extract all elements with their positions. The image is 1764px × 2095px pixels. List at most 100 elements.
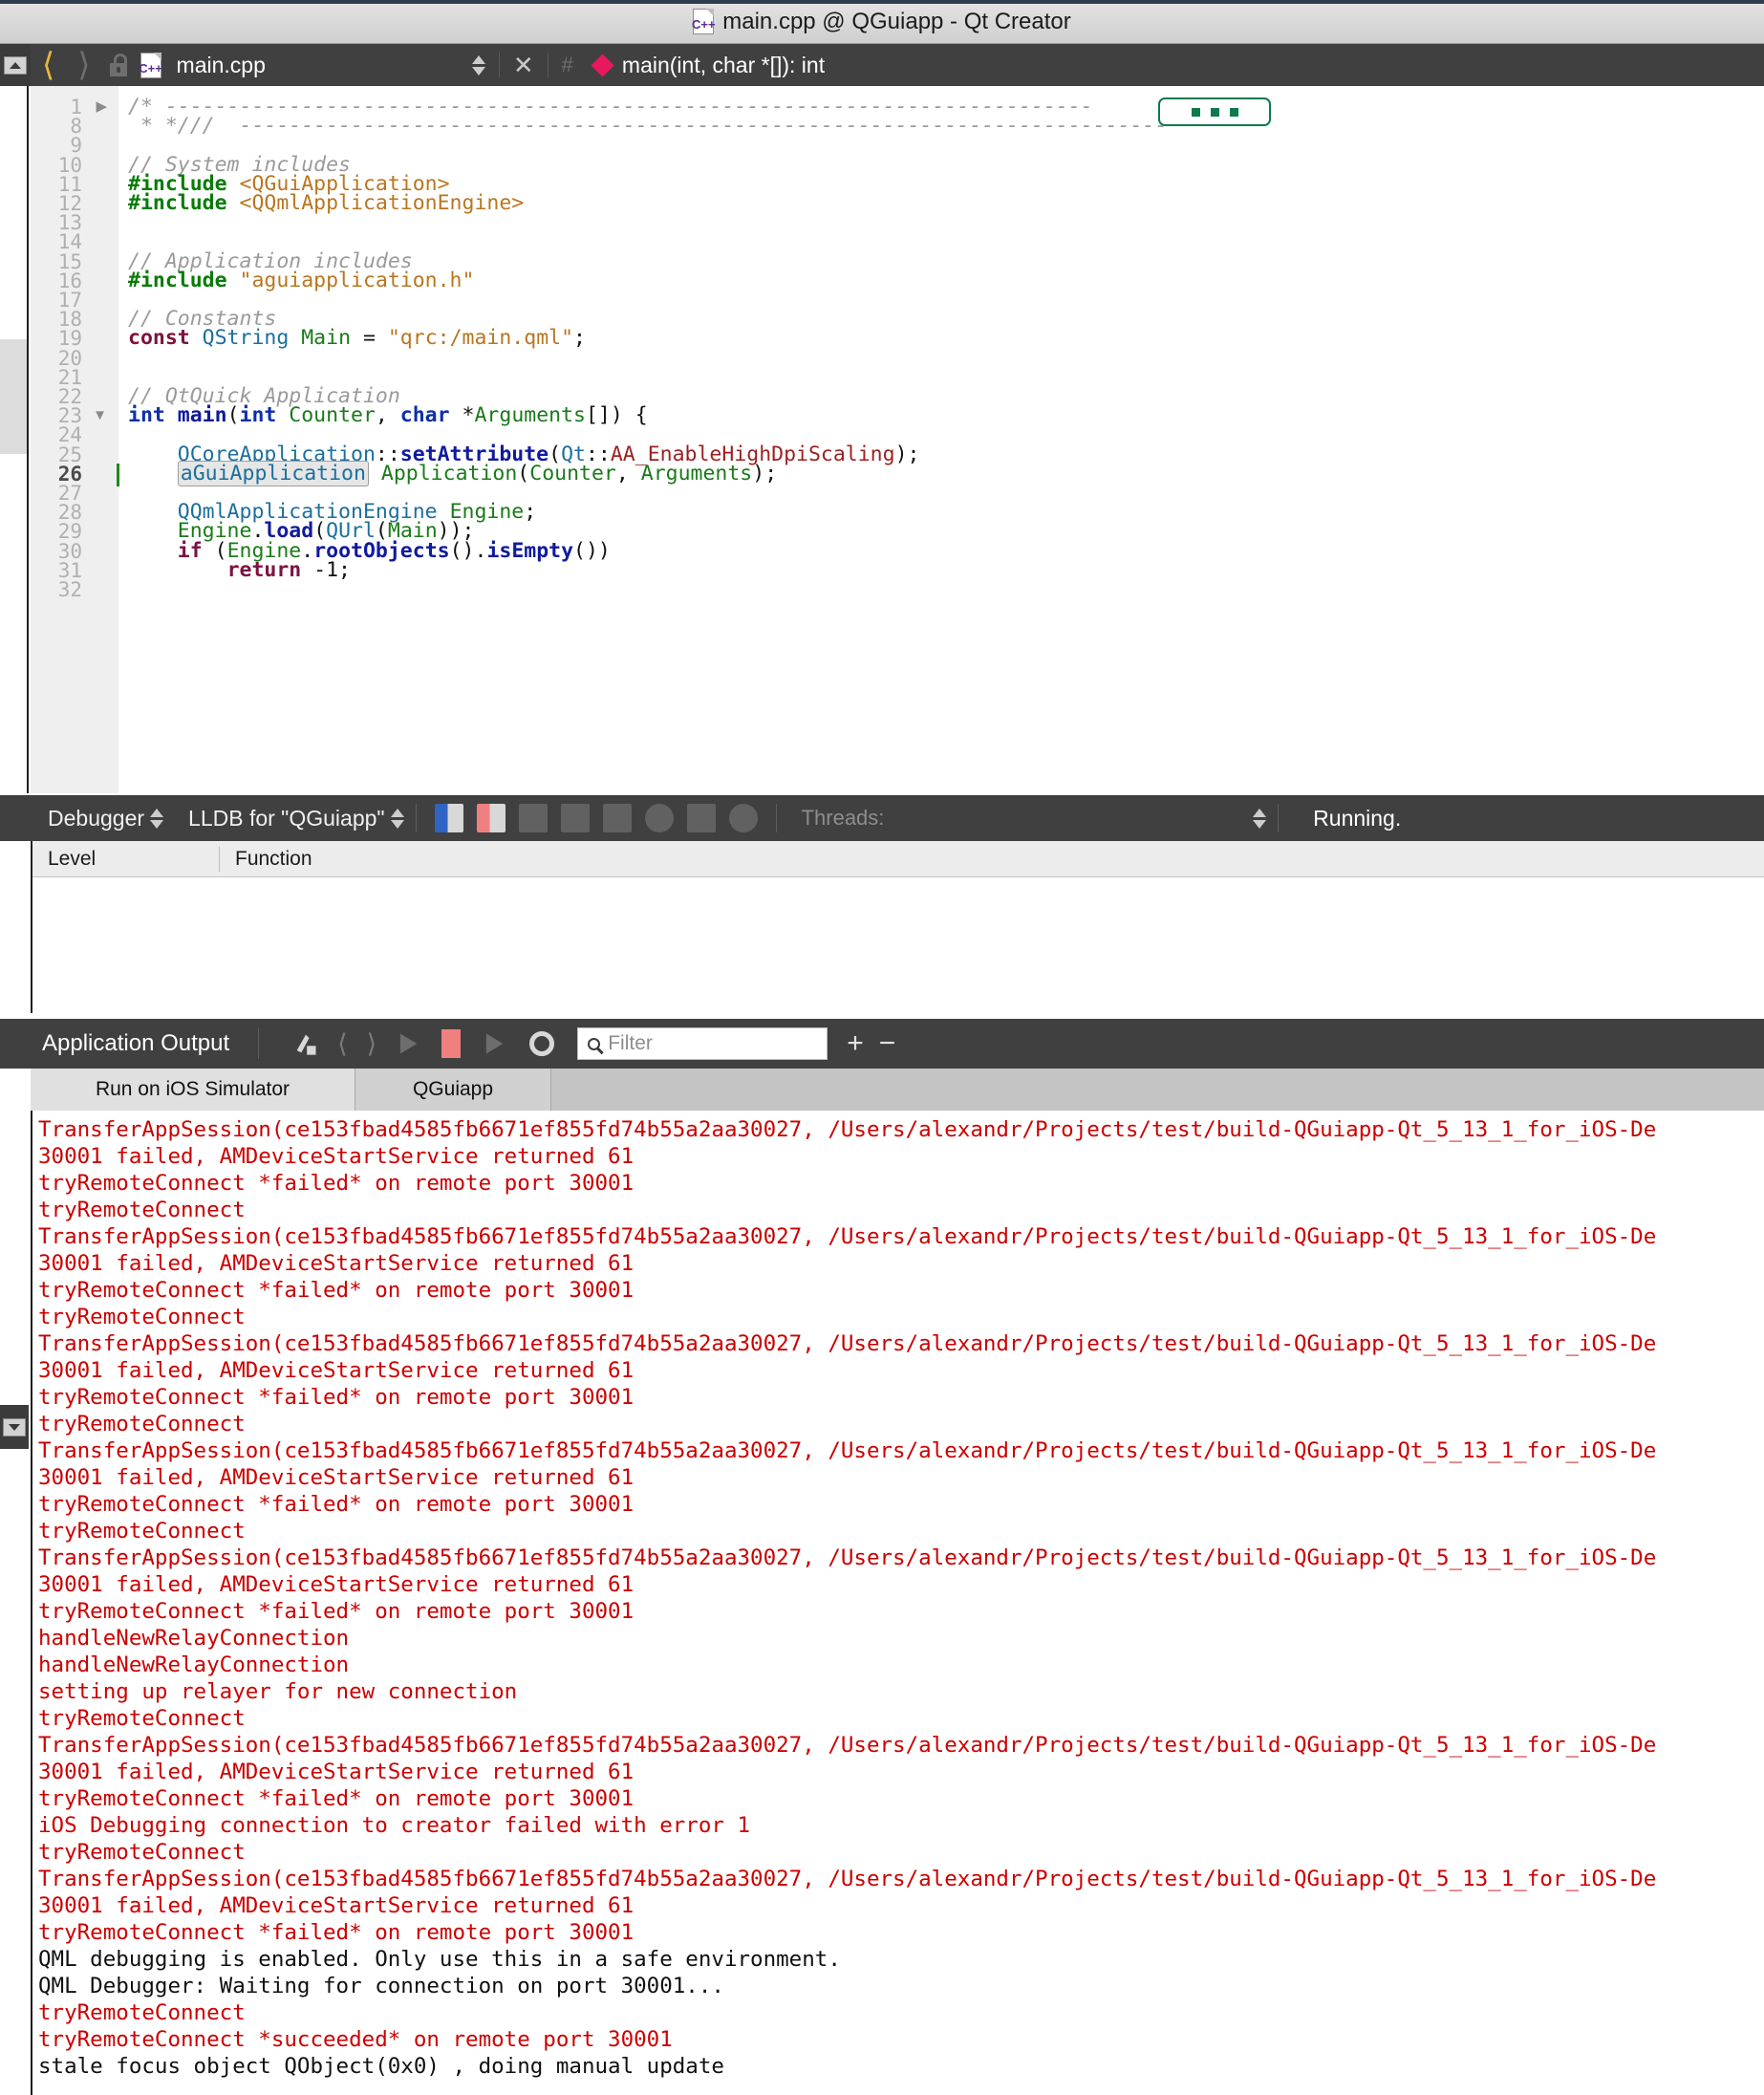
code-token: []) {	[586, 403, 648, 427]
hash-icon[interactable]: #	[562, 53, 573, 77]
qt-creator-window: C++ main.cpp @ QGuiapp - Qt Creator ⟨ ⟩ …	[0, 0, 1764, 2095]
clear-pane-icon[interactable]	[292, 1030, 319, 1057]
close-x-icon[interactable]: ✕	[513, 51, 534, 80]
code-token: Application	[381, 462, 517, 486]
threads-stepper-icon[interactable]	[1253, 809, 1266, 829]
chevron-left-icon[interactable]: ⟨	[337, 1029, 348, 1059]
code-token: int	[240, 403, 290, 427]
code-token: ,	[616, 462, 641, 486]
console-line: tryRemoteConnect	[38, 1839, 1764, 1866]
collapse-down-icon	[3, 1418, 26, 1436]
run-tab-ios-simulator[interactable]: Run on iOS Simulator	[31, 1069, 355, 1111]
open-file-name[interactable]: main.cpp	[177, 53, 266, 78]
code-token: <QQmlApplicationEngine>	[240, 191, 525, 215]
scrollbar-thumb[interactable]	[0, 339, 27, 454]
console-line: 30001 failed, AMDeviceStartService retur…	[38, 1357, 1764, 1384]
line-number-gutter: 1▶891011121314151617181920212223▼2425262…	[31, 86, 118, 793]
code-line[interactable]: int main(int Counter, char *Arguments[])…	[128, 402, 648, 429]
stop-debug-icon[interactable]	[477, 804, 506, 832]
cpp-file-icon-label: C++	[692, 18, 716, 33]
code-editor[interactable]: 1▶891011121314151617181920212223▼2425262…	[31, 86, 1764, 793]
filter-input[interactable]: Filter	[577, 1027, 828, 1060]
sidebar-toggle-button[interactable]	[0, 44, 31, 86]
console-line: setting up relayer for new connection	[38, 1678, 1764, 1705]
current-symbol-label[interactable]: main(int, char *[]): int	[622, 53, 825, 78]
step-over-icon[interactable]	[519, 804, 548, 832]
filter-placeholder: Filter	[608, 1032, 653, 1055]
code-text-area[interactable]: /* -------------------------------------…	[118, 86, 1764, 793]
record-icon[interactable]	[729, 804, 758, 832]
console-line: 30001 failed, AMDeviceStartService retur…	[38, 1143, 1764, 1170]
code-line[interactable]: return -1;	[128, 557, 351, 584]
chevron-right-icon[interactable]: ⟩	[367, 1029, 377, 1059]
debugger-target-stepper-icon[interactable]	[391, 809, 404, 829]
line-number: 32	[58, 576, 82, 603]
stack-view[interactable]: Level Function	[31, 841, 1764, 1013]
chevron-left-icon[interactable]: ⟨	[31, 49, 66, 81]
console-line: TransferAppSession(ce153fbad4585fb6671ef…	[38, 1732, 1764, 1759]
stack-column-level[interactable]: Level	[32, 848, 219, 871]
debugger-target-combo[interactable]: LLDB for "QGuiapp"	[188, 806, 385, 832]
code-line[interactable]: * */// ---------------------------------…	[128, 113, 1167, 140]
fold-down-icon[interactable]: ▼	[93, 402, 107, 429]
step-into-icon[interactable]	[561, 804, 590, 832]
updown-stepper-icon[interactable]	[472, 55, 485, 76]
code-token: Counter	[529, 462, 616, 486]
code-token: (	[517, 462, 529, 486]
collapsed-block-indicator[interactable]	[1158, 97, 1271, 126]
stop-icon[interactable]	[441, 1029, 461, 1058]
console-line: QML debugging is enabled. Only use this …	[38, 1946, 1764, 1973]
console-line: tryRemoteConnect *failed* on remote port…	[38, 1277, 1764, 1304]
console-line: TransferAppSession(ce153fbad4585fb6671ef…	[38, 1866, 1764, 1892]
editor-left-scrollbar[interactable]	[0, 86, 29, 793]
stack-view-header: Level Function	[32, 841, 1764, 877]
code-token: );	[895, 443, 920, 466]
code-token: isEmpty	[486, 539, 573, 563]
code-line[interactable]: #include <QQmlApplicationEngine>	[128, 190, 524, 217]
unlocked-padlock-icon[interactable]	[108, 54, 129, 76]
output-scroll-down-button[interactable]	[0, 1405, 29, 1449]
console-line: tryRemoteConnect	[38, 1705, 1764, 1732]
code-token: #include	[128, 191, 240, 215]
run-tab-qguiapp[interactable]: QGuiapp	[355, 1069, 551, 1111]
code-line[interactable]: aGuiApplication Application(Counter, Arg…	[128, 461, 777, 487]
minus-icon[interactable]: −	[879, 1027, 896, 1060]
gear-icon[interactable]	[529, 1031, 554, 1056]
code-line[interactable]: const QString Main = "qrc:/main.qml";	[128, 325, 586, 352]
plus-icon[interactable]: +	[847, 1027, 864, 1060]
step-out-icon[interactable]	[603, 804, 632, 832]
instruction-view-icon[interactable]	[687, 804, 716, 832]
window-title: main.cpp @ QGuiapp - Qt Creator	[722, 9, 1071, 35]
code-token	[128, 462, 178, 486]
code-line[interactable]: #include "aguiapplication.h"	[128, 268, 474, 294]
threads-label: Threads:	[802, 806, 885, 831]
application-output-console[interactable]: TransferAppSession(ce153fbad4585fb6671ef…	[31, 1111, 1764, 2095]
editor-toolbar: ⟨ ⟩ C++ main.cpp ✕ # main(int, char *[])…	[0, 44, 1764, 86]
continue-debug-icon[interactable]	[435, 804, 463, 832]
code-token: "aguiapplication.h"	[240, 269, 475, 292]
debugger-toolbar: Debugger LLDB for "QGuiapp" Threads: Run…	[0, 795, 1764, 841]
debugger-pane-stepper-icon[interactable]	[150, 809, 163, 829]
code-token: ,	[376, 403, 400, 427]
restart-icon[interactable]	[645, 804, 674, 832]
stack-column-function[interactable]: Function	[219, 847, 312, 872]
code-token: int	[128, 403, 178, 427]
run-tabs-left-margin	[0, 1069, 31, 1111]
code-token: return	[227, 558, 314, 582]
console-line: tryRemoteConnect *failed* on remote port…	[38, 1384, 1764, 1411]
rerun-icon[interactable]	[481, 1030, 507, 1057]
code-token: * */// ---------------------------------…	[128, 114, 1167, 138]
run-icon[interactable]	[395, 1030, 421, 1057]
editor-file-type-label: C++	[139, 62, 162, 77]
stack-left-margin	[0, 841, 31, 1013]
console-line: stale focus object QObject(0x0) , doing …	[38, 2053, 1764, 2080]
console-line: 30001 failed, AMDeviceStartService retur…	[38, 1464, 1764, 1491]
chevron-right-icon[interactable]: ⟩	[66, 49, 101, 81]
code-token: char	[400, 403, 463, 427]
console-line: tryRemoteConnect *failed* on remote port…	[38, 1598, 1764, 1625]
window-title-bar: C++ main.cpp @ QGuiapp - Qt Creator	[0, 0, 1764, 44]
console-line: 30001 failed, AMDeviceStartService retur…	[38, 1892, 1764, 1919]
application-output-title: Application Output	[42, 1030, 229, 1057]
code-token	[369, 462, 381, 486]
fold-right-icon[interactable]: ▶	[96, 94, 107, 120]
